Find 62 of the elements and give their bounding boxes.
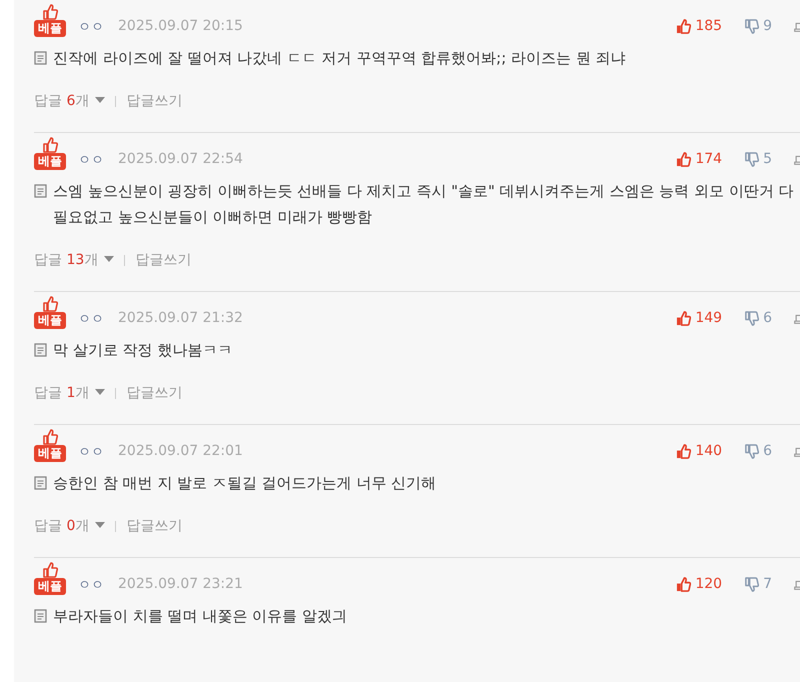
caret-icon (104, 256, 114, 262)
thumbs-up-icon (42, 137, 58, 153)
replies-toggle[interactable]: 답글 13개 (34, 250, 114, 271)
write-reply-button[interactable]: 답글쓰기 (135, 250, 192, 271)
caret-icon (95, 522, 106, 528)
thumbs-up-icon (42, 562, 58, 578)
best-badge: 베플 (34, 312, 66, 329)
thumbs-up-icon[interactable] (676, 152, 692, 167)
memo-icon (34, 476, 47, 490)
thumbs-down-icon[interactable] (744, 19, 760, 34)
replies-toggle[interactable]: 답글 0개 (34, 516, 106, 537)
dislike-count: 5 (763, 150, 772, 169)
dislike-count: 6 (763, 442, 772, 461)
memo-icon (34, 343, 47, 357)
thumbs-up-icon (42, 4, 58, 20)
thumbs-up-icon[interactable] (676, 311, 692, 326)
nickname[interactable]: ㅇㅇ (78, 18, 104, 37)
thumbs-up-icon[interactable] (676, 444, 692, 459)
replies-toggle[interactable]: 답글 6개 (34, 91, 106, 112)
write-reply-button[interactable]: 답글쓰기 (126, 383, 182, 404)
comment-date: 2025.09.07 22:01 (118, 442, 243, 461)
thumbs-up-icon (42, 296, 58, 312)
caret-icon (95, 97, 106, 103)
comment-text: 부라자들이 치를 떨며 내쫓은 이유를 알겠긔 (53, 606, 347, 627)
best-badge: 베플 (34, 20, 66, 37)
dislike-count: 7 (763, 575, 772, 594)
like-count: 149 (695, 309, 722, 328)
best-badge: 베플 (34, 153, 66, 170)
memo-icon (34, 51, 47, 65)
best-badge: 베플 (34, 445, 66, 462)
comment-text: 스엠 높으신분이 굉장히 이뻐하는듯 선배들 다 제치고 즉시 "솔로" 데뷔시켜주는게 스엠은 능력 외모 이딴거 다 필요없고 높으신분들이 이뻐하면 미래가 빵빵함 (53, 181, 794, 228)
like-count: 174 (695, 150, 722, 169)
thumbs-down-icon[interactable] (744, 152, 760, 167)
comment-date: 2025.09.07 21:32 (118, 309, 243, 328)
like-count: 120 (695, 575, 722, 594)
comment-date: 2025.09.07 22:54 (118, 150, 243, 169)
comment-text: 진작에 라이즈에 잘 떨어져 나갔네 ㄷㄷ 저거 꾸역꾸역 합류했어봐;; 라이즈는 뭔 죄냐 (53, 48, 626, 69)
memo-icon (34, 609, 47, 623)
nickname[interactable]: ㅇㅇ (78, 150, 104, 170)
best-badge: 베플 (34, 578, 66, 595)
like-count: 185 (695, 17, 722, 36)
thumbs-up-icon[interactable] (676, 19, 692, 34)
comment-date: 2025.09.07 23:21 (118, 575, 243, 594)
memo-icon (34, 184, 47, 198)
comment-text: 막 살기로 작정 했나봄ㅋㅋ (53, 340, 232, 361)
replies-toggle[interactable]: 답글 1개 (34, 383, 106, 404)
dislike-count: 9 (763, 17, 772, 36)
thumbs-down-icon[interactable] (744, 577, 760, 592)
caret-icon (95, 389, 106, 395)
nickname[interactable]: ㅇㅇ (78, 310, 104, 329)
thumbs-down-icon[interactable] (744, 444, 760, 459)
dislike-count: 6 (763, 309, 772, 328)
write-reply-button[interactable]: 답글쓰기 (126, 516, 182, 537)
comment-date: 2025.09.07 20:15 (118, 17, 243, 36)
nickname[interactable]: ㅇㅇ (78, 442, 104, 462)
like-count: 140 (695, 442, 722, 461)
thumbs-down-icon[interactable] (744, 311, 760, 326)
write-reply-button[interactable]: 답글쓰기 (126, 91, 182, 112)
comment-text: 승한인 참 매번 지 발로 ㅈ될길 걸어드가는게 너무 신기해 (53, 473, 436, 494)
nickname[interactable]: ㅇㅇ (78, 576, 104, 595)
thumbs-up-icon (42, 429, 58, 445)
thumbs-up-icon[interactable] (676, 577, 692, 592)
